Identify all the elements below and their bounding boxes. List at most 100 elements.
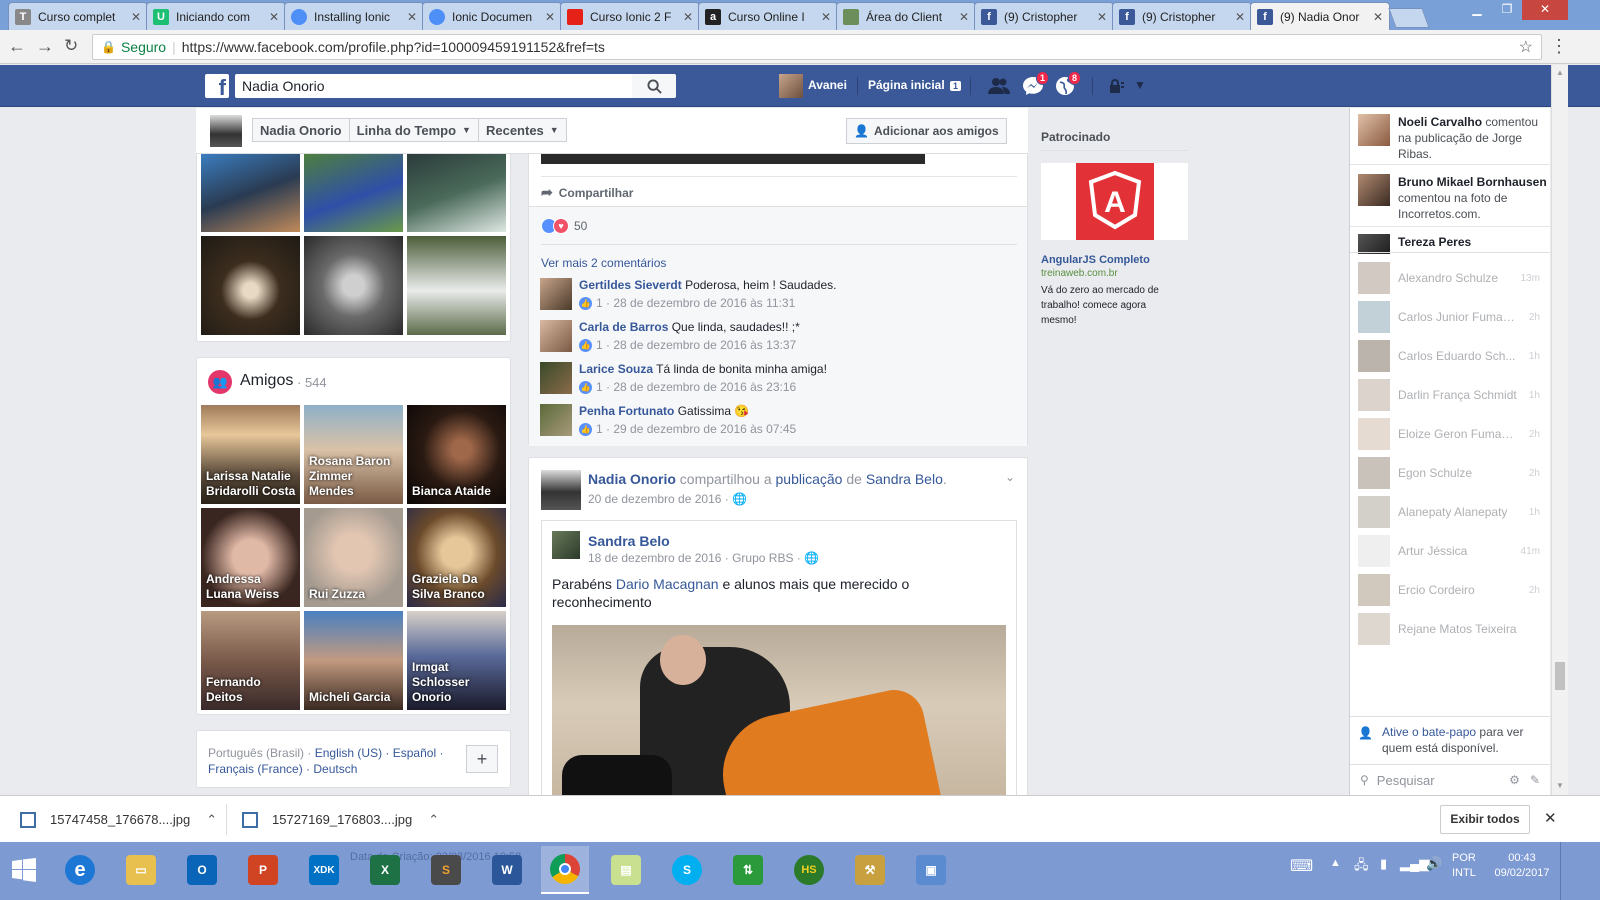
browser-tab[interactable]: f (9) Cristopher ✕: [974, 2, 1114, 30]
add-friend-button[interactable]: 👤 Adicionar aos amigos: [846, 118, 1007, 144]
chat-contact[interactable]: Rejane Matos Teixeira: [1358, 613, 1548, 645]
chat-contact[interactable]: Ercio Cordeiro 2h: [1358, 574, 1548, 606]
browser-tab[interactable]: Área do Client ✕: [836, 2, 976, 30]
profile-name-button[interactable]: Nadia Onorio: [252, 118, 350, 142]
taskbar-app-active[interactable]: [541, 846, 589, 894]
comment-like-count[interactable]: 1: [596, 422, 603, 436]
close-tab-icon[interactable]: ✕: [1097, 10, 1107, 24]
close-tab-icon[interactable]: ✕: [683, 10, 693, 24]
friends-title[interactable]: Amigos: [240, 372, 293, 390]
browser-tab[interactable]: Installing Ionic ✕: [284, 2, 424, 30]
compose-icon[interactable]: ✎: [1530, 773, 1540, 787]
comment-like-count[interactable]: 1: [596, 380, 603, 394]
timeline-button[interactable]: Linha do Tempo ▼: [349, 118, 479, 142]
comment-author[interactable]: Gertildes Sieverdt: [579, 278, 682, 292]
reactions-summary[interactable]: ♥ 50: [541, 218, 587, 234]
taskbar-app[interactable]: ⚒: [846, 846, 894, 894]
wifi-icon[interactable]: ▂▄▆: [1400, 856, 1429, 872]
profile-avatar[interactable]: [210, 115, 242, 147]
comment-like-count[interactable]: 1: [596, 338, 603, 352]
mention-link[interactable]: Dario Macagnan: [616, 576, 719, 592]
ad-domain[interactable]: treinaweb.com.br: [1041, 268, 1118, 279]
account-menu-chevron-icon[interactable]: ▼: [1134, 78, 1146, 92]
close-tab-icon[interactable]: ✕: [1235, 10, 1245, 24]
taskbar-app[interactable]: ▣: [907, 846, 955, 894]
taskbar-app[interactable]: S: [422, 846, 470, 894]
battery-icon[interactable]: ▮: [1380, 856, 1387, 872]
taskbar-app[interactable]: O: [178, 846, 226, 894]
taskbar-app[interactable]: X: [361, 846, 409, 894]
photo-thumbnail[interactable]: [304, 154, 403, 232]
minimize-icon[interactable]: ▁: [1462, 0, 1492, 20]
close-tab-icon[interactable]: ✕: [545, 10, 555, 24]
photo-thumbnail[interactable]: [201, 236, 300, 335]
taskbar-app[interactable]: e: [56, 846, 104, 894]
close-tab-icon[interactable]: ✕: [269, 10, 279, 24]
ad-title[interactable]: AngularJS Completo: [1041, 254, 1150, 266]
avatar[interactable]: [779, 74, 803, 98]
chat-contact[interactable]: Eloize Geron Fumagali 2h: [1358, 418, 1548, 450]
friend-tile[interactable]: Irmgat Schlosser Onorio: [407, 611, 506, 710]
avatar[interactable]: [540, 404, 572, 436]
close-tab-icon[interactable]: ✕: [131, 10, 141, 24]
browser-tab[interactable]: f (9) Cristopher ✕: [1112, 2, 1252, 30]
scrollbar-thumb[interactable]: [1555, 662, 1565, 690]
comment-time[interactable]: · 28 de dezembro de 2016 às 23:16: [606, 380, 796, 394]
chat-contact[interactable]: Darlin França Schmidt 1h: [1358, 379, 1548, 411]
view-more-comments-link[interactable]: Ver mais 2 comentários: [541, 256, 666, 270]
close-tab-icon[interactable]: ✕: [1373, 10, 1383, 24]
recent-button[interactable]: Recentes ▼: [478, 118, 567, 142]
browser-menu-icon[interactable]: ⋮: [1550, 37, 1568, 55]
post-image[interactable]: [541, 154, 925, 164]
shared-post-image[interactable]: [552, 625, 1006, 801]
post-author-avatar[interactable]: [541, 470, 581, 510]
new-tab-button[interactable]: [1388, 8, 1430, 28]
search-input[interactable]: Nadia Onorio: [242, 78, 325, 94]
close-tab-icon[interactable]: ✕: [821, 10, 831, 24]
taskbar-app[interactable]: ▭: [117, 846, 165, 894]
taskbar-app[interactable]: HS: [785, 846, 833, 894]
taskbar-app[interactable]: W: [483, 846, 531, 894]
comment-author[interactable]: Carla de Barros: [579, 320, 668, 334]
photo-thumbnail[interactable]: [407, 154, 506, 232]
chat-contact[interactable]: Egon Schulze 2h: [1358, 457, 1548, 489]
taskbar-app[interactable]: S: [663, 846, 711, 894]
comment-like-count[interactable]: 1: [596, 296, 603, 310]
more-languages-button[interactable]: +: [466, 745, 498, 773]
shared-author-avatar[interactable]: [552, 531, 580, 559]
chat-contact[interactable]: Artur Jéssica 41m: [1358, 535, 1548, 567]
post-source-link[interactable]: Sandra Belo: [866, 471, 943, 487]
browser-tab[interactable]: U Iniciando com ✕: [146, 2, 286, 30]
taskbar-app[interactable]: P: [239, 846, 287, 894]
friend-tile[interactable]: Larissa Natalie Bridarolli Costa: [201, 405, 300, 504]
comment-author[interactable]: Larice Souza: [579, 362, 653, 376]
comment-time[interactable]: · 28 de dezembro de 2016 às 11:31: [606, 296, 795, 310]
friend-tile[interactable]: Andressa Luana Weiss: [201, 508, 300, 607]
privacy-shortcuts-icon[interactable]: [1108, 79, 1124, 93]
forward-icon[interactable]: →: [36, 36, 54, 57]
post-date[interactable]: 20 de dezembro de 2016 ·: [588, 492, 729, 506]
bookmark-star-icon[interactable]: ☆: [1519, 37, 1533, 57]
ad-image[interactable]: A: [1041, 163, 1188, 240]
chat-contact[interactable]: Alanepaty Alanepaty 1h: [1358, 496, 1548, 528]
enable-chat-link[interactable]: Ative o bate-papo: [1382, 725, 1476, 739]
show-desktop-button[interactable]: [1560, 842, 1568, 900]
friend-tile[interactable]: Rui Zuzza: [304, 508, 403, 607]
chevron-up-icon[interactable]: ⌃: [428, 812, 439, 828]
avatar[interactable]: [540, 362, 572, 394]
browser-tab[interactable]: a Curso Online I ✕: [698, 2, 838, 30]
friend-tile[interactable]: Micheli Garcia: [304, 611, 403, 710]
ticker-item[interactable]: Tereza Peres: [1358, 234, 1548, 254]
comment-time[interactable]: · 28 de dezembro de 2016 às 13:37: [606, 338, 796, 352]
taskbar-app[interactable]: ⇅: [724, 846, 772, 894]
system-clock[interactable]: 00:43 09/02/2017: [1492, 851, 1552, 881]
reload-icon[interactable]: ↻: [64, 36, 78, 56]
maximize-icon[interactable]: ❐: [1492, 0, 1522, 20]
search-bar[interactable]: Nadia Onorio: [235, 74, 675, 98]
chat-contact[interactable]: Alexandro Schulze 13m: [1358, 262, 1548, 294]
friend-tile[interactable]: Fernando Deitos: [201, 611, 300, 710]
chat-contact[interactable]: Carlos Junior Fumagali 2h: [1358, 301, 1548, 333]
network-icon[interactable]: 🖧: [1354, 856, 1369, 878]
browser-tab[interactable]: T Curso complet ✕: [8, 2, 148, 30]
shared-author-link[interactable]: Sandra Belo: [588, 533, 670, 549]
